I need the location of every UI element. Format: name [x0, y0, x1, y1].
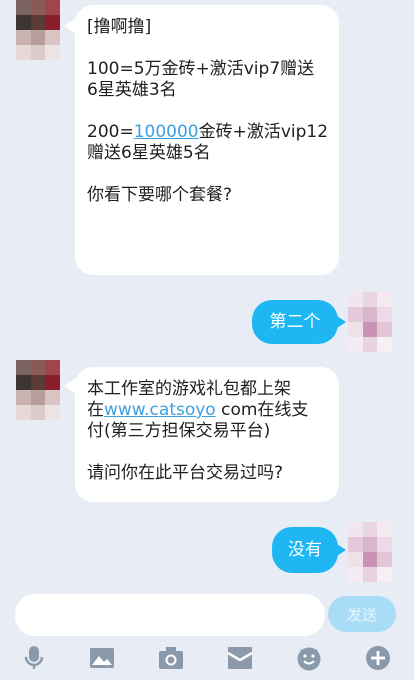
image-icon[interactable]: [88, 644, 116, 672]
message-bubble-incoming[interactable]: [撸啊撸] 100=5万金砖+激活vip7赠送 6星英雄3名 200=10000…: [75, 5, 339, 275]
camera-icon[interactable]: [157, 644, 185, 672]
message-text: 请问你在此平台交易过吗?: [87, 463, 284, 483]
message-text: [撸啊撸]: [87, 17, 152, 37]
chat-message-list[interactable]: [撸啊撸] 100=5万金砖+激活vip7赠送 6星英雄3名 200=10000…: [0, 0, 414, 590]
bubble-tail: [334, 542, 346, 558]
message-link[interactable]: www.catsoyo: [104, 400, 216, 420]
message-composer: 发送: [0, 590, 414, 640]
gift-icon[interactable]: [226, 644, 254, 672]
message-text: 没有: [288, 539, 322, 560]
input-toolbar: [0, 640, 414, 680]
my-avatar[interactable]: [348, 292, 392, 352]
bubble-tail: [334, 314, 346, 330]
message-text: 本工作室的游戏礼包都上架 在www.catsoyo com在线支 付(第三方担保交易…: [87, 379, 309, 441]
plus-icon[interactable]: [364, 644, 392, 672]
send-button[interactable]: 发送: [328, 596, 396, 632]
message-bubble-outgoing[interactable]: 第二个: [252, 300, 338, 344]
contact-avatar[interactable]: [16, 360, 60, 420]
my-avatar[interactable]: [348, 522, 392, 582]
message-text: 200=100000金砖+激活vip12 赠送6星英雄5名: [87, 122, 329, 163]
message-bubble-outgoing[interactable]: 没有: [272, 527, 338, 573]
message-text: 第二个: [269, 311, 321, 332]
microphone-icon[interactable]: [20, 644, 48, 672]
message-link[interactable]: 100000: [134, 122, 199, 142]
message-text: 你看下要哪个套餐?: [87, 185, 233, 205]
contact-avatar[interactable]: [16, 0, 60, 60]
message-bubble-incoming[interactable]: 本工作室的游戏礼包都上架 在www.catsoyo com在线支 付(第三方担保交易…: [75, 367, 339, 502]
emoji-icon[interactable]: [295, 644, 323, 672]
message-input[interactable]: [15, 594, 325, 636]
message-text: 100=5万金砖+激活vip7赠送 6星英雄3名: [87, 59, 315, 100]
